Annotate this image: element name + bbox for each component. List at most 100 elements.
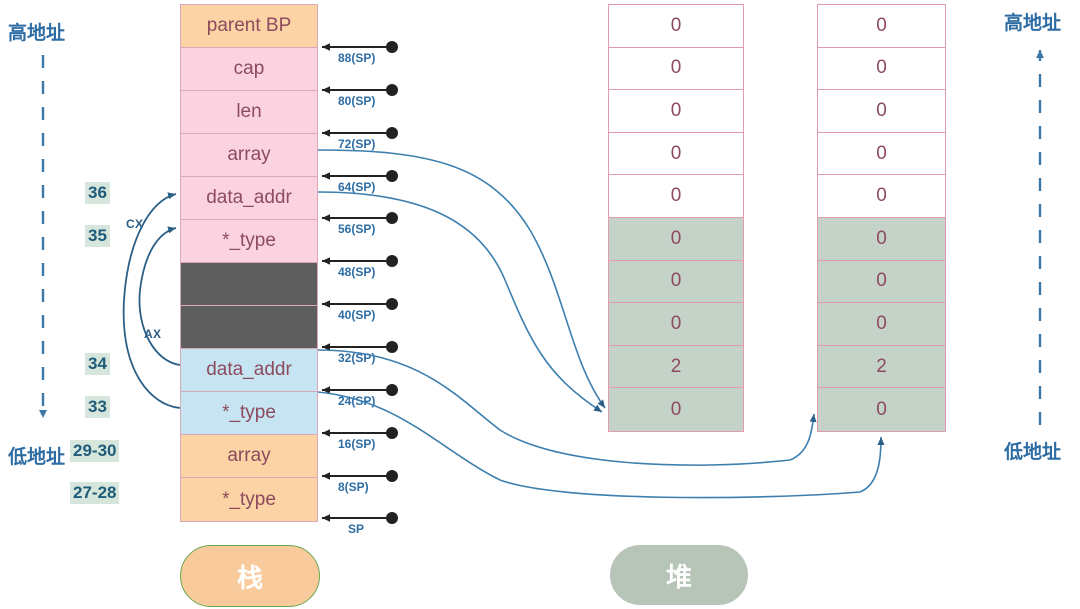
right-axis-low-address-label: 低地址 [1004,442,1062,463]
stack-cell [181,263,317,306]
step-badge: 35 [85,225,110,247]
sp-offset-label: 8(SP) [338,480,369,494]
sp-pointer-arrows [322,41,398,524]
ax-move-curve [138,226,181,366]
stack-cell: array [181,134,317,177]
sp-pointer-dot [386,84,398,96]
heap-cell: 0 [609,303,743,346]
sp-pointer-dot [386,512,398,524]
stack-cell-label: *_type [222,230,276,251]
sp-offset-label: 56(SP) [338,222,376,236]
heap-cell: 0 [609,175,743,218]
sp-offset-label: 24(SP) [338,394,376,408]
heap-cell: 2 [609,345,743,389]
heap-cell: 2 [818,345,945,389]
stack-legend-pill: 栈 [180,545,320,607]
sp-offset-label: 80(SP) [338,94,376,108]
stack-cell-label: array [227,144,271,165]
heap-cell-value: 0 [670,57,682,79]
step-badge: 33 [85,396,110,418]
heap-cell-value: 0 [670,312,682,334]
heap-cell: 0 [818,132,945,176]
register-label-cx: CX [126,217,144,231]
heap-cell-value: 0 [876,227,887,249]
heap-legend-label: 堆 [665,561,692,592]
sp-pointer-dot [386,298,398,310]
stack-cell: cap [181,48,317,91]
stack-cell-label: cap [233,58,265,79]
step-badge: 36 [85,182,110,204]
heap-cell: 0 [818,303,945,346]
sp-pointer-dot [386,170,398,182]
pointer-lower-array-to-heap2 [317,391,885,499]
sp-offset-label: 88(SP) [338,51,376,65]
stack-legend-label: 栈 [236,562,263,593]
heap-cell-value: 0 [670,14,682,36]
sp-pointer-dot [386,384,398,396]
sp-offset-label: 32(SP) [338,351,376,365]
left-axis-high-address-label: 高地址 [8,23,66,44]
heap-cell-value: 0 [876,14,887,36]
heap-block-1: 0 0 0 0 0 0 0 0 2 0 [608,4,744,432]
sp-pointer-dot [386,41,398,53]
stack-cell-label: len [236,101,262,122]
stack-cell: *_type [181,220,317,263]
left-axis-low-address-label: 低地址 [8,447,66,468]
heap-cell-value: 0 [876,312,887,334]
sp-offset-label: 16(SP) [338,437,376,451]
step-badge: 34 [85,353,110,375]
heap-cell-value: 0 [876,398,887,420]
heap-legend-pill: 堆 [610,545,748,605]
heap-cell-value: 2 [876,355,887,377]
stack-cell-label: data_addr [206,187,292,208]
stack-cell: len [181,91,317,134]
step-badge: 29-30 [70,440,120,462]
heap-cell: 0 [818,175,945,218]
diagram-canvas: 高地址 低地址 高地址 低地址 36 35 34 33 29-30 27-28 CX AX … [0,0,1080,609]
stack-cell-label: *_type [222,402,276,423]
heap-cell: 0 [609,5,743,48]
stack-cell-label: data_addr [206,359,292,380]
heap-cell: 0 [818,90,945,133]
heap-cell-value: 0 [876,142,887,164]
heap-cell-value: 0 [670,270,682,292]
sp-offset-label: 64(SP) [338,180,376,194]
heap-cell: 0 [609,217,743,261]
sp-offset-label: 48(SP) [338,265,376,279]
sp-pointer-dot [386,341,398,353]
heap-cell-value: 0 [670,99,682,121]
stack-cell: parent BP [181,5,317,48]
heap-cell: 0 [609,260,743,304]
stack-cell-label: parent BP [206,15,292,36]
heap-cell-value: 2 [670,355,682,377]
stack-cell-label: array [227,445,271,466]
heap-cell: 0 [609,47,743,91]
stack-cell: data_addr [181,349,317,392]
stack-cell [181,306,317,349]
sp-pointer-dot [386,212,398,224]
heap-cell: 0 [818,388,945,431]
heap-cell: 0 [609,90,743,133]
right-axis-high-address-label: 高地址 [1004,13,1062,34]
heap-cell: 0 [818,47,945,91]
heap-cell: 0 [609,388,743,431]
register-label-ax: AX [144,327,162,341]
stack-cell-label: *_type [222,488,276,510]
sp-offset-label: 72(SP) [338,137,376,151]
pointer-curves [317,149,885,499]
heap-cell-value: 0 [670,227,682,249]
stack-cell: array [181,435,317,478]
stack-cell: *_type [181,478,317,521]
stack-cell: data_addr [181,177,317,220]
heap-cell: 0 [609,132,743,176]
sp-offset-label: 40(SP) [338,308,376,322]
heap-cell-value: 0 [876,99,887,121]
heap-block-2: 0 0 0 0 0 0 0 0 2 0 [817,4,946,432]
heap-cell: 0 [818,217,945,261]
sp-pointer-dot [386,427,398,439]
step-badge: 27-28 [70,482,120,504]
heap-cell: 0 [818,5,945,48]
heap-cell-value: 0 [876,57,887,79]
sp-offset-label: SP [348,522,365,536]
heap-cell-value: 0 [876,270,887,292]
